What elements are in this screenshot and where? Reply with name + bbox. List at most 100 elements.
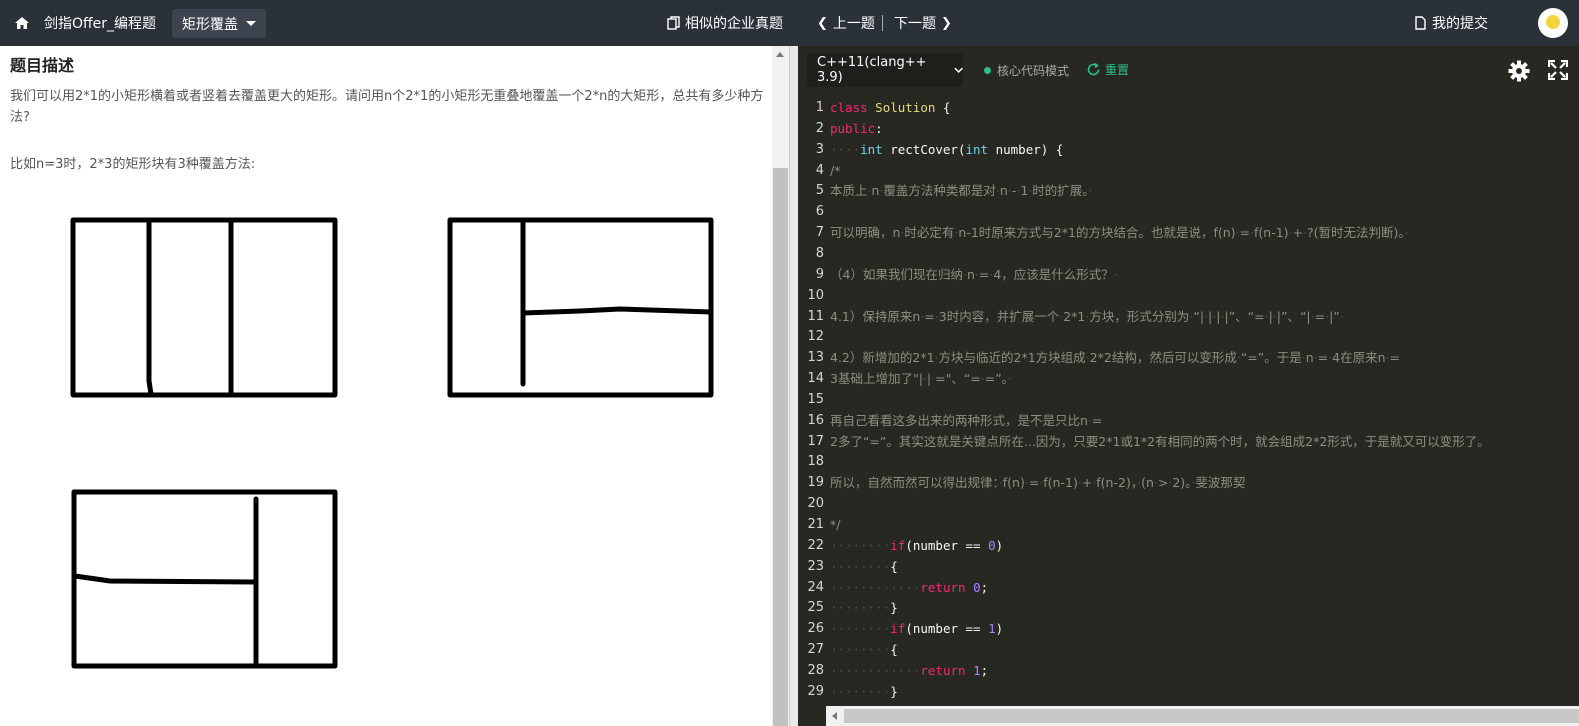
code-line-text[interactable]: （4）如果我们现在归纳·n·=·4，应该是什么形式？· <box>830 264 1118 285</box>
code-horizontal-scrollbar[interactable] <box>826 706 1579 726</box>
reset-button[interactable]: 重置 <box>1086 61 1129 78</box>
line-number: 14 <box>807 371 824 387</box>
breadcrumb[interactable]: 剑指Offer_编程题 ❯ <box>14 0 181 46</box>
code-line[interactable]: 1 class Solution { <box>798 97 1579 118</box>
line-number: 5 <box>815 183 824 199</box>
line-number: 27 <box>807 642 824 658</box>
gear-icon[interactable] <box>1508 60 1530 82</box>
reset-label: 重置 <box>1105 63 1130 77</box>
code-line-text[interactable]: 4.1）保持原来n·=·3时内容，并扩展一个·2*1·方块，形式分别为·“|·|… <box>830 306 1344 327</box>
code-line-text[interactable]: ········} <box>830 597 898 618</box>
language-select[interactable]: C++11(clang++ 3.9) <box>807 53 963 87</box>
code-line-text[interactable]: ············return 1; <box>830 660 988 681</box>
core-code-mode-toggle[interactable]: 核心代码模式 <box>984 62 1069 79</box>
nav-divider <box>882 15 883 31</box>
line-number: 24 <box>807 579 824 595</box>
tiling-illustration <box>70 217 714 669</box>
problem-title-dropdown[interactable]: 矩形覆盖 <box>172 9 266 38</box>
code-line-text[interactable]: 再自己看看这多出来的两种形式，是不是只比n·= <box>830 410 1102 431</box>
tiling-figure-2 <box>447 217 714 398</box>
refresh-icon <box>1087 62 1100 76</box>
editor-gutter-footer <box>798 706 826 726</box>
my-submissions-link[interactable]: 我的提交 <box>1415 0 1488 46</box>
similar-questions-link[interactable]: 相似的企业真题 <box>667 0 783 46</box>
problem-description-pane: 题目描述 我们可以用2*1的小矩形横着或者竖着去覆盖更大的矩形。请问用n个2*1… <box>0 46 772 726</box>
code-line[interactable]: 27 ········{ <box>798 639 1579 660</box>
code-line-text[interactable]: ········{ <box>830 556 898 577</box>
code-line-text[interactable]: ····int rectCover(int number) { <box>830 139 1063 160</box>
similar-questions-label: 相似的企业真题 <box>685 16 783 32</box>
code-line-text[interactable]: 本质上·n·覆盖方法种类都是对·n·-·1·时的扩展。· <box>830 180 1093 201</box>
code-line[interactable]: 3 ····int rectCover(int number) { <box>798 139 1579 160</box>
code-line[interactable]: 22 ········if(number == 0) <box>798 535 1579 556</box>
line-number: 6 <box>815 204 824 220</box>
code-line-text[interactable]: 可以明确，n·时必定有·n-1时原来方式与2*1的方块结合。也就是说，f(n)·… <box>830 222 1409 243</box>
line-number: 17 <box>807 433 824 449</box>
line-number: 4 <box>815 162 824 178</box>
code-line-text[interactable]: 2多了“=”。其实这就是关键点所在...因为，只要2*1或1*2有相同的两个时，… <box>830 431 1490 452</box>
code-line-text[interactable]: ········if(number == 0) <box>830 535 1003 556</box>
code-line[interactable]: 5 本质上·n·覆盖方法种类都是对·n·-·1·时的扩展。· <box>798 180 1579 201</box>
code-line[interactable]: 20 <box>798 493 1579 514</box>
code-line-text[interactable]: 4.2）新增加的2*1·方块与临近的2*1方块组成·2*2结构，然后可以变形成·… <box>830 347 1400 368</box>
fullscreen-icon[interactable] <box>1548 60 1568 80</box>
scroll-left-icon[interactable] <box>832 712 837 720</box>
scroll-up-icon[interactable] <box>776 52 784 57</box>
code-line[interactable]: 14 3基础上增加了"|·|·="、“=·=”。· <box>798 368 1579 389</box>
tiling-figure-1 <box>70 217 338 398</box>
code-line[interactable]: 8 <box>798 243 1579 264</box>
code-line[interactable]: 12 <box>798 326 1579 347</box>
chevron-left-icon: ❮ <box>817 15 828 31</box>
code-line-text[interactable]: class Solution { <box>830 97 950 118</box>
code-line[interactable]: 9 （4）如果我们现在归纳·n·=·4，应该是什么形式？· <box>798 264 1579 285</box>
code-line-text[interactable]: ········} <box>830 681 898 702</box>
code-line[interactable]: 13 4.2）新增加的2*1·方块与临近的2*1方块组成·2*2结构，然后可以变形… <box>798 347 1579 368</box>
line-number: 18 <box>807 454 824 470</box>
next-question-button[interactable]: 下一题 ❯ <box>894 0 952 46</box>
code-line[interactable]: 4 /* <box>798 160 1579 181</box>
code-line-text[interactable]: ········if(number == 1) <box>830 618 1003 639</box>
code-line[interactable]: 6 <box>798 201 1579 222</box>
breadcrumb-label[interactable]: 剑指Offer_编程题 <box>44 13 156 33</box>
code-line[interactable]: 25 ········} <box>798 597 1579 618</box>
my-submissions-label: 我的提交 <box>1432 16 1488 32</box>
code-line[interactable]: 23 ········{ <box>798 556 1579 577</box>
code-line[interactable]: 19 所以，自然而然可以得出规律：·f(n)·=·f(n-1)·+·f(n-2)，… <box>798 472 1579 493</box>
code-line-text[interactable]: public: <box>830 118 883 139</box>
code-line[interactable]: 21 */ <box>798 514 1579 535</box>
home-icon <box>15 17 29 29</box>
code-line[interactable]: 16 再自己看看这多出来的两种形式，是不是只比n·= <box>798 410 1579 431</box>
line-number: 8 <box>815 245 824 261</box>
code-line[interactable]: 15 <box>798 389 1579 410</box>
line-number: 20 <box>807 496 824 512</box>
line-number: 23 <box>807 558 824 574</box>
line-number: 29 <box>807 683 824 699</box>
line-number: 26 <box>807 621 824 637</box>
code-line[interactable]: 11 4.1）保持原来n·=·3时内容，并扩展一个·2*1·方块，形式分别为·“|… <box>798 306 1579 327</box>
code-line[interactable]: 18 <box>798 451 1579 472</box>
code-line-text[interactable]: ············return 0; <box>830 577 988 598</box>
code-line-text[interactable]: */ <box>830 514 840 535</box>
code-line-text[interactable]: 3基础上增加了"|·|·="、“=·=”。· <box>830 368 1012 389</box>
code-line[interactable]: 17 2多了“=”。其实这就是关键点所在...因为，只要2*1或1*2有相同的两个… <box>798 431 1579 452</box>
code-line[interactable]: 24 ············return 0; <box>798 577 1579 598</box>
copy-icon <box>667 16 680 30</box>
avatar[interactable] <box>1538 8 1568 38</box>
scrollbar-thumb[interactable] <box>773 168 788 726</box>
code-line-text[interactable]: /* <box>830 160 840 181</box>
top-nav-bar: 剑指Offer_编程题 ❯ 矩形覆盖 相似的企业真题 ❮ 上一题 下一题 ❯ 我… <box>0 0 1579 46</box>
code-editor[interactable]: 1 class Solution {2 public: 3 ····int rectCo… <box>798 93 1579 706</box>
code-line-text[interactable]: ········{ <box>830 639 898 660</box>
code-line-text[interactable]: 所以，自然而然可以得出规律：·f(n)·=·f(n-1)·+·f(n-2)，·(… <box>830 472 1245 493</box>
scrollbar-thumb[interactable] <box>844 709 1579 723</box>
code-line[interactable]: 7 可以明确，n·时必定有·n-1时原来方式与2*1的方块结合。也就是说，f(n)… <box>798 222 1579 243</box>
description-scrollbar[interactable] <box>772 46 789 726</box>
code-line[interactable]: 26 ········if(number == 1) <box>798 618 1579 639</box>
line-number: 15 <box>807 391 824 407</box>
code-line[interactable]: 2 public: <box>798 118 1579 139</box>
code-line[interactable]: 10 <box>798 285 1579 306</box>
line-number: 13 <box>807 350 824 366</box>
code-line[interactable]: 29 ········} <box>798 681 1579 702</box>
code-line[interactable]: 28 ············return 1; <box>798 660 1579 681</box>
prev-question-button[interactable]: ❮ 上一题 <box>817 0 875 46</box>
